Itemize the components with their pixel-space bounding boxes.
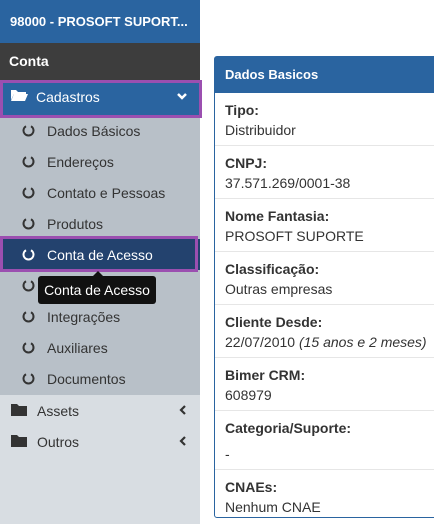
dados-basicos-panel: Dados Basicos Tipo: Distribuidor CNPJ: 3…	[214, 56, 434, 518]
chevron-left-icon	[178, 403, 188, 419]
field-label: Classificação:	[225, 261, 320, 277]
sidebar-item-label: Endereços	[47, 153, 114, 170]
field-value: Nenhum CNAE	[225, 499, 321, 515]
sidebar-group-label: Outros	[37, 433, 80, 450]
field-bimer-crm: Bimer CRM: 608979	[215, 358, 434, 411]
circle-notch-icon	[22, 155, 35, 168]
circle-notch-icon	[22, 310, 35, 323]
sidebar-group-assets[interactable]: Assets	[0, 395, 200, 426]
sidebar-item-label: Contato e Pessoas	[47, 184, 166, 201]
circle-notch-icon	[22, 124, 35, 137]
field-categoria-suporte: Categoria/Suporte: -	[215, 411, 434, 470]
sidebar-item-label: Documentos	[47, 370, 126, 387]
field-label: Tipo:	[225, 102, 259, 118]
field-cnaes: CNAEs: Nenhum CNAE	[215, 470, 434, 522]
field-tipo: Tipo: Distribuidor	[215, 93, 434, 146]
field-value: 37.571.269/0001-38	[225, 175, 351, 191]
sidebar: 98000 - PROSOFT SUPORT... Conta Cadastro…	[0, 0, 200, 524]
circle-notch-icon	[22, 372, 35, 385]
sidebar-item-label: Integrações	[47, 308, 121, 325]
field-label: CNAEs:	[225, 479, 278, 495]
field-label: Cliente Desde:	[225, 314, 323, 330]
field-value: -	[225, 446, 230, 462]
field-cnpj: CNPJ: 37.571.269/0001-38	[215, 146, 434, 199]
sidebar-item-dados-basicos[interactable]: Dados Básicos	[0, 115, 200, 146]
brand-title[interactable]: 98000 - PROSOFT SUPORT...	[0, 0, 200, 43]
sidebar-group-outros[interactable]: Outros	[0, 426, 200, 457]
sidebar-item-produtos[interactable]: Produtos	[0, 208, 200, 239]
sidebar-group-cadastros[interactable]: Cadastros	[0, 80, 200, 115]
sidebar-item-documentos[interactable]: Documentos	[0, 363, 200, 394]
circle-notch-icon	[22, 217, 35, 230]
field-label: Nome Fantasia:	[225, 208, 330, 224]
folder-icon	[11, 434, 27, 450]
folder-open-icon	[10, 80, 28, 115]
folder-icon	[11, 403, 27, 419]
circle-notch-icon	[22, 279, 35, 292]
field-value: Outras empresas	[225, 281, 333, 297]
sidebar-item-conta-de-acesso[interactable]: Conta de Acesso	[0, 239, 200, 270]
chevron-left-icon	[178, 434, 188, 450]
chevron-down-icon	[176, 80, 188, 115]
panel-title: Dados Basicos	[215, 57, 434, 93]
sidebar-item-auxiliares[interactable]: Auxiliares	[0, 332, 200, 363]
circle-notch-icon	[22, 248, 35, 261]
sidebar-item-enderecos[interactable]: Endereços	[0, 146, 200, 177]
field-classificacao: Classificação: Outras empresas	[215, 252, 434, 305]
field-value: Distribuidor	[225, 122, 296, 138]
sidebar-item-label: Produtos	[47, 215, 104, 232]
field-label: Bimer CRM:	[225, 367, 306, 383]
sidebar-item-integracoes[interactable]: Integrações	[0, 301, 200, 332]
circle-notch-icon	[22, 341, 35, 354]
sidebar-group-label: Assets	[37, 402, 80, 419]
sidebar-item-label: Dados Básicos	[47, 122, 141, 139]
sidebar-item-label: Conta de Acesso	[47, 246, 153, 263]
sidebar-item-label: Auxiliares	[47, 339, 108, 356]
field-cliente-desde: Cliente Desde: 22/07/2010 (15 anos e 2 m…	[215, 305, 434, 358]
section-title: Conta	[0, 43, 200, 80]
sidebar-item-contato[interactable]: Contato e Pessoas	[0, 177, 200, 208]
field-value: PROSOFT SUPORTE	[225, 228, 364, 244]
sidebar-group-label: Cadastros	[36, 89, 100, 105]
field-label: CNPJ:	[225, 155, 268, 171]
tooltip: Conta de Acesso	[38, 271, 156, 304]
field-value: 608979	[225, 387, 272, 403]
circle-notch-icon	[22, 186, 35, 199]
field-label: Categoria/Suporte:	[225, 420, 352, 436]
field-extra: (15 anos e 2 meses)	[298, 334, 427, 350]
submenu: Dados Básicos Endereços Contato e Pessoa…	[0, 115, 200, 395]
field-nome-fantasia: Nome Fantasia: PROSOFT SUPORTE	[215, 199, 434, 252]
field-date: 22/07/2010	[225, 334, 296, 350]
field-value: 22/07/2010 (15 anos e 2 meses)	[225, 334, 434, 357]
